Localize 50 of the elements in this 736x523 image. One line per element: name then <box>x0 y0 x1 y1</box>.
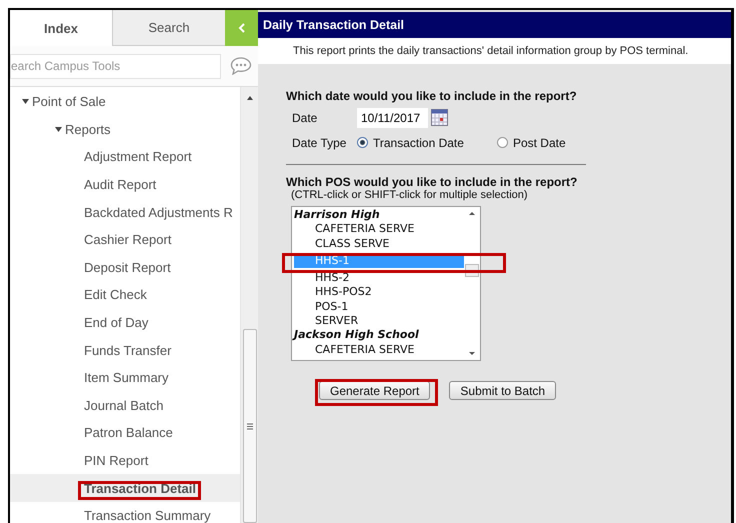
report-description: This report prints the daily transactions' detail information group by POS terminal. <box>258 38 731 64</box>
tree-item[interactable]: Adjustment Report <box>84 149 192 164</box>
tree-item[interactable]: Deposit Report <box>84 260 171 275</box>
speech-bubble-icon[interactable] <box>230 57 252 75</box>
calendar-icon[interactable] <box>431 109 448 126</box>
list-option[interactable]: CAFETERIA SERVE <box>294 342 464 357</box>
tree-item[interactable]: Patron Balance <box>84 425 173 440</box>
option-group-label: Harrison High <box>294 208 381 222</box>
date-field[interactable]: 10/11/2017 <box>357 108 428 128</box>
section-heading: Which date would you like to include in the report? <box>286 89 578 103</box>
tree-item[interactable]: Funds Transfer <box>84 342 172 358</box>
list-option[interactable]: SERVER <box>294 314 464 328</box>
tree-item[interactable]: Transaction Summary <box>84 508 211 523</box>
tree-item[interactable]: End of Day <box>84 315 148 330</box>
scroll-up-icon[interactable] <box>468 211 476 216</box>
list-option[interactable]: POS-1 <box>294 300 464 314</box>
tree-item[interactable]: Audit Report <box>84 177 156 192</box>
action-button[interactable]: Submit to Batch <box>449 381 556 400</box>
search-field[interactable]: earch Campus Tools <box>10 54 221 78</box>
tree-item[interactable]: PIN Report <box>84 453 148 468</box>
caret-icon[interactable] <box>22 98 29 106</box>
list-option[interactable]: CAFETERIA SERVE <box>294 222 464 237</box>
scroll-up-icon[interactable] <box>246 95 254 101</box>
sidebar-tab[interactable]: Search <box>112 10 225 46</box>
option-group-label: Jackson High School <box>294 328 420 343</box>
tree-item[interactable]: Item Summary <box>84 370 169 386</box>
radio-button[interactable] <box>357 137 368 148</box>
scrollbar[interactable] <box>240 87 258 523</box>
field-label: Date Type <box>291 136 348 150</box>
grip-icon <box>247 422 253 430</box>
caret-icon[interactable] <box>55 126 62 133</box>
tree-item[interactable]: Cashier Report <box>84 232 172 248</box>
tree-item[interactable]: Backdated Adjustments R <box>84 204 233 220</box>
tree-folder[interactable]: Reports <box>65 122 111 137</box>
selection-hint: (CTRL-click or SHIFT-click for multiple selection) <box>290 189 529 201</box>
radio-label: Transaction Date <box>373 136 464 150</box>
tree-folder[interactable]: Point of Sale <box>32 94 106 110</box>
section-heading: Which POS would you like to include in the report? <box>286 175 578 189</box>
radio-button[interactable] <box>496 137 508 148</box>
tree-item[interactable]: Journal Batch <box>84 398 164 413</box>
radio-label: Post Date <box>512 136 566 150</box>
scroll-down-icon[interactable] <box>468 351 476 356</box>
action-button[interactable]: Generate Report <box>319 381 430 400</box>
pos-listbox[interactable]: Harrison High CAFETERIA SERVE CLASS SERVE HHS-1 HHS-2 HHS-POS2 POS-1 SERVER Jackson High School CAFETERIA SERVE <box>291 206 481 361</box>
list-option[interactable]: HHS-POS2 <box>294 285 464 300</box>
list-option[interactable]: CLASS SERVE <box>294 236 464 251</box>
field-label: Date <box>291 110 318 124</box>
list-option[interactable]: HHS-2 <box>294 271 464 286</box>
panel-title: Daily Transaction Detail <box>258 12 731 38</box>
tree-item[interactable]: Edit Check <box>84 287 147 302</box>
